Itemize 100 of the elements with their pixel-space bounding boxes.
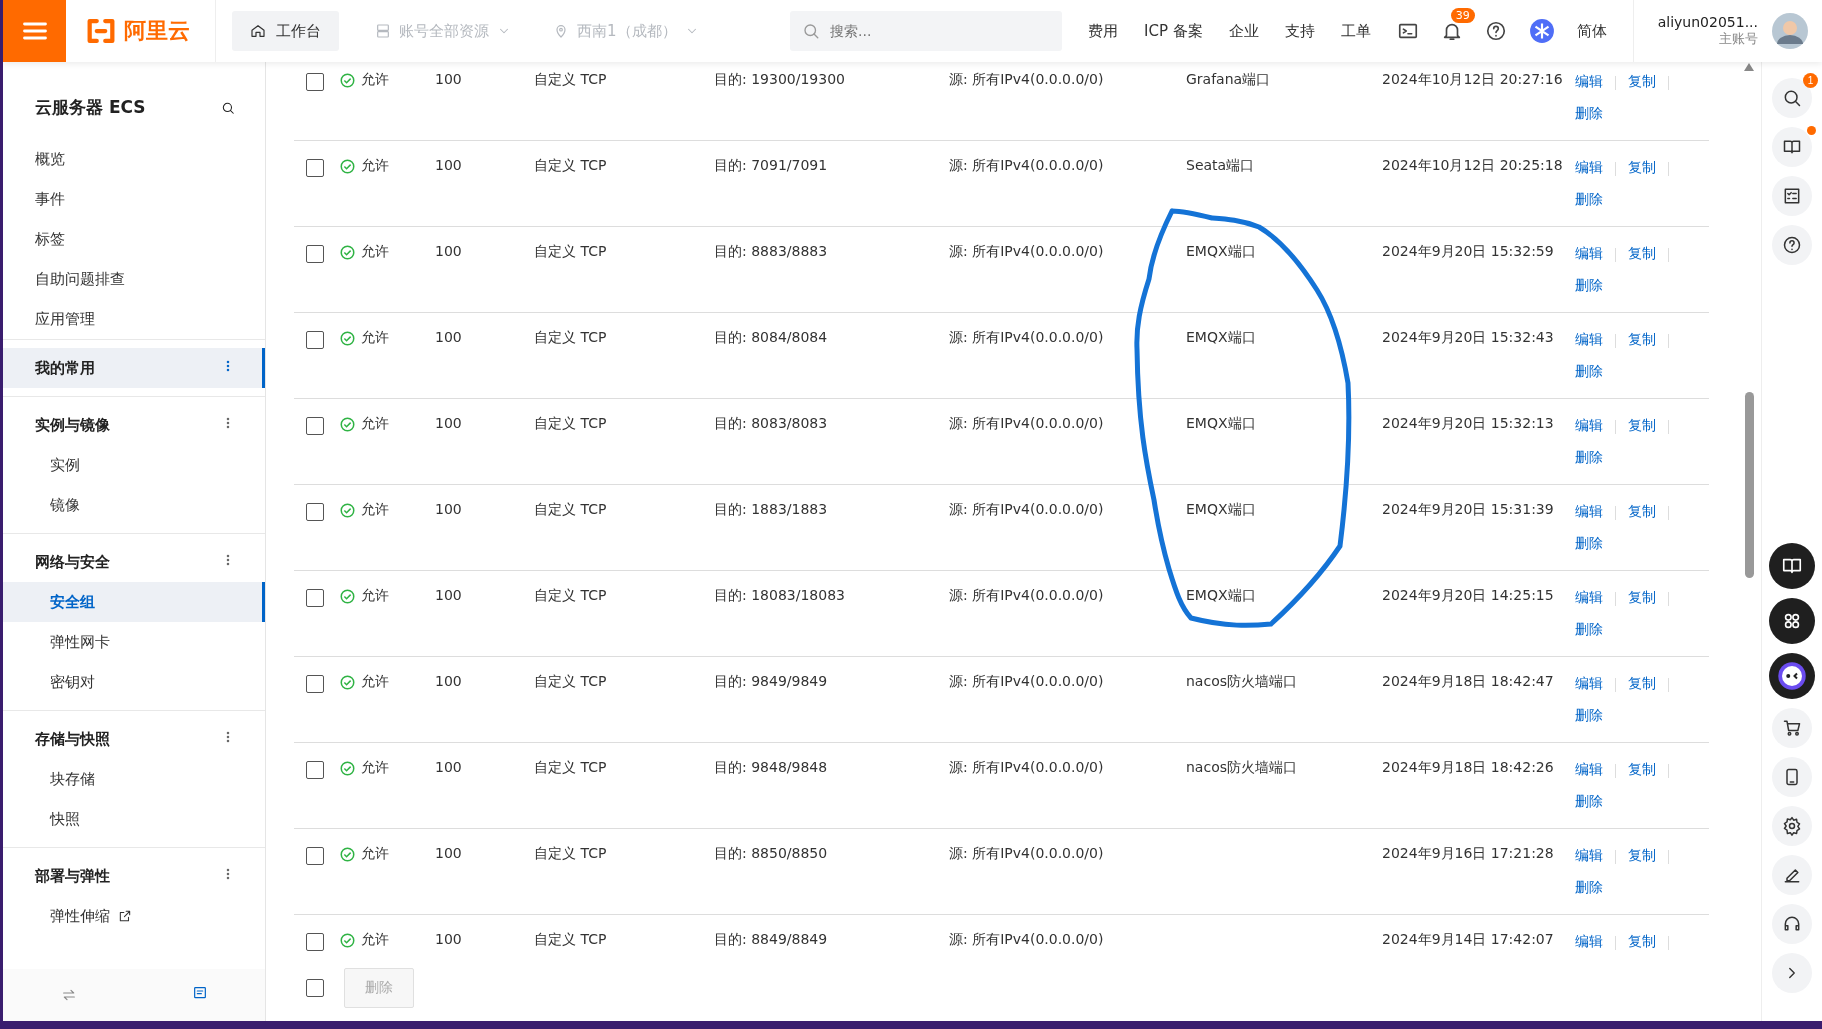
row-checkbox[interactable] xyxy=(306,503,324,521)
row-action-link[interactable]: 删除 xyxy=(1575,707,1603,725)
sidebar-item[interactable]: 弹性网卡 xyxy=(3,622,265,662)
row-action-link[interactable]: 删除 xyxy=(1575,793,1603,811)
row-checkbox[interactable] xyxy=(306,245,324,263)
description-text: nacos防火墙端口 xyxy=(1186,758,1298,777)
nav-link[interactable]: 工单 xyxy=(1340,21,1371,41)
row-action-link[interactable]: 复制 xyxy=(1628,159,1656,177)
cart-icon[interactable] xyxy=(1782,718,1802,738)
search-input[interactable]: 搜索... xyxy=(828,22,1042,40)
row-action-link[interactable]: 复制 xyxy=(1628,847,1656,865)
row-checkbox[interactable] xyxy=(306,675,324,693)
row-checkbox[interactable] xyxy=(306,331,324,349)
language-link[interactable]: 简体 xyxy=(1576,21,1607,41)
row-action-link[interactable]: 复制 xyxy=(1628,245,1656,263)
row-action-link[interactable]: 编辑 xyxy=(1575,245,1603,263)
row-action-link[interactable]: 编辑 xyxy=(1575,331,1603,349)
priority-text: 100 xyxy=(435,414,463,431)
select-all-checkbox[interactable] xyxy=(306,979,324,997)
sidebar-item[interactable]: 密钥对 xyxy=(3,662,265,702)
sidebar-item[interactable]: 概览 xyxy=(3,139,265,179)
sidebar-item[interactable]: 标签 xyxy=(3,219,265,259)
row-action-link[interactable]: 复制 xyxy=(1628,933,1656,951)
row-action-link[interactable]: 删除 xyxy=(1575,879,1603,897)
row-action-link[interactable]: 删除 xyxy=(1575,363,1603,381)
sidebar-item[interactable]: 安全组 xyxy=(3,582,265,622)
username[interactable]: aliyun02051... xyxy=(1657,14,1758,30)
menu-button[interactable] xyxy=(3,0,66,62)
row-action-link[interactable]: 删除 xyxy=(1575,449,1603,467)
description-text: EMQX端口 xyxy=(1186,500,1257,519)
row-action-link[interactable]: 编辑 xyxy=(1575,675,1603,693)
help-icon[interactable] xyxy=(1782,235,1802,255)
sidebar-group-header[interactable]: 实例与镜像 xyxy=(3,405,265,445)
external-link-icon[interactable] xyxy=(118,909,132,923)
row-action-link[interactable]: 编辑 xyxy=(1575,589,1603,607)
sidebar-item[interactable]: 镜像 xyxy=(3,485,265,525)
row-action-link[interactable]: 删除 xyxy=(1575,621,1603,639)
sidebar-group-header[interactable]: 部署与弹性 xyxy=(3,856,265,896)
port-range-text: 目的: 8084/8084 xyxy=(714,328,829,347)
row-checkbox[interactable] xyxy=(306,933,324,951)
row-action-link[interactable]: 复制 xyxy=(1628,503,1656,521)
row-action-link[interactable]: 编辑 xyxy=(1575,417,1603,435)
nav-link[interactable]: 费用 xyxy=(1088,21,1118,41)
protocol-text: 自定义 TCP xyxy=(534,500,608,519)
home-icon[interactable] xyxy=(250,23,266,39)
sidebar-item[interactable]: 弹性伸缩 xyxy=(3,896,265,936)
row-checkbox[interactable] xyxy=(306,589,324,607)
assistant-icon[interactable] xyxy=(1528,18,1555,44)
search-field[interactable]: 搜索... xyxy=(790,11,1062,51)
sidebar-group-header[interactable]: 存储与快照 xyxy=(3,719,265,759)
row-action-link[interactable]: 复制 xyxy=(1628,73,1656,91)
robot-icon[interactable] xyxy=(1777,661,1807,691)
row-action-link[interactable]: 复制 xyxy=(1628,675,1656,693)
sidebar-item[interactable]: 实例 xyxy=(3,445,265,485)
help-icon[interactable] xyxy=(1484,20,1507,42)
workbench-button[interactable]: 工作台 xyxy=(232,11,339,51)
sidebar-item[interactable]: 块存储 xyxy=(3,759,265,799)
search-icon[interactable] xyxy=(221,100,235,115)
protocol-text: 自定义 TCP xyxy=(534,844,608,863)
row-checkbox[interactable] xyxy=(306,417,324,435)
row-action-link[interactable]: 删除 xyxy=(1575,191,1603,209)
row-checkbox[interactable] xyxy=(306,73,324,91)
row-checkbox[interactable] xyxy=(306,847,324,865)
check-circle-icon xyxy=(340,416,355,432)
port-range-text: 目的: 9849/9849 xyxy=(714,672,829,691)
row-checkbox[interactable] xyxy=(306,159,324,177)
row-action-link[interactable]: 编辑 xyxy=(1575,847,1603,865)
gear-icon[interactable] xyxy=(1782,816,1802,836)
sidebar-item[interactable]: 自助问题排查 xyxy=(3,259,265,299)
row-action-link[interactable]: 复制 xyxy=(1628,331,1656,349)
row-action-link[interactable]: 复制 xyxy=(1628,589,1656,607)
headset-icon[interactable] xyxy=(1782,914,1802,934)
nav-link[interactable]: 企业 xyxy=(1228,21,1259,41)
row-checkbox[interactable] xyxy=(306,761,324,779)
swap-icon[interactable] xyxy=(60,987,77,1003)
row-action-link[interactable]: 编辑 xyxy=(1575,503,1603,521)
row-action-link[interactable]: 复制 xyxy=(1628,417,1656,435)
row-action-link[interactable]: 编辑 xyxy=(1575,159,1603,177)
row-action-link[interactable]: 删除 xyxy=(1575,535,1603,553)
priority-text: 100 xyxy=(435,242,463,259)
row-action-link[interactable]: 编辑 xyxy=(1575,933,1603,951)
checklist-icon[interactable] xyxy=(1782,186,1802,206)
avatar[interactable] xyxy=(1772,13,1808,49)
sidebar-item[interactable]: 快照 xyxy=(3,799,265,839)
sidebar-group-header[interactable]: 我的常用 xyxy=(3,348,265,388)
row-action-link[interactable]: 复制 xyxy=(1628,761,1656,779)
policy-text: 允许 xyxy=(361,759,389,777)
nav-link[interactable]: ICP 备案 xyxy=(1144,21,1203,41)
message-icon[interactable] xyxy=(191,985,208,1001)
protocol-text: 自定义 TCP xyxy=(534,758,608,777)
row-action-link[interactable]: 删除 xyxy=(1575,105,1603,123)
sidebar-item[interactable]: 应用管理 xyxy=(3,299,265,339)
row-action-link[interactable]: 编辑 xyxy=(1575,761,1603,779)
scrollbar-thumb[interactable] xyxy=(1744,392,1754,578)
sidebar-group-header[interactable]: 网络与安全 xyxy=(3,542,265,582)
sidebar-item[interactable]: 事件 xyxy=(3,179,265,219)
row-action-link[interactable]: 删除 xyxy=(1575,277,1603,295)
search-icon[interactable] xyxy=(1782,88,1802,108)
nav-link[interactable]: 支持 xyxy=(1284,21,1315,41)
row-action-link[interactable]: 编辑 xyxy=(1575,73,1603,91)
